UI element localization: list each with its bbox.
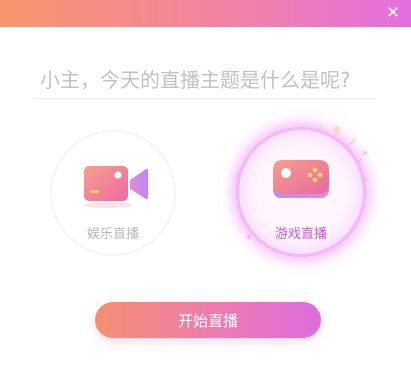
start-live-button[interactable]: 开始直播 [95, 302, 321, 338]
category-game-button[interactable]: 游戏直播 [225, 117, 375, 267]
category-entertainment-button[interactable]: 娱乐直播 [50, 130, 176, 256]
title-bar: ✕ [0, 0, 411, 27]
topic-input[interactable] [38, 64, 374, 96]
category-label-game: 游戏直播 [274, 227, 327, 242]
category-label-entertainment: 娱乐直播 [86, 227, 139, 242]
input-underline [34, 98, 376, 99]
close-icon[interactable]: ✕ [383, 3, 403, 23]
video-camera-icon [84, 166, 148, 208]
game-circle: 游戏直播 [239, 130, 363, 254]
gamepad-icon [273, 160, 329, 198]
